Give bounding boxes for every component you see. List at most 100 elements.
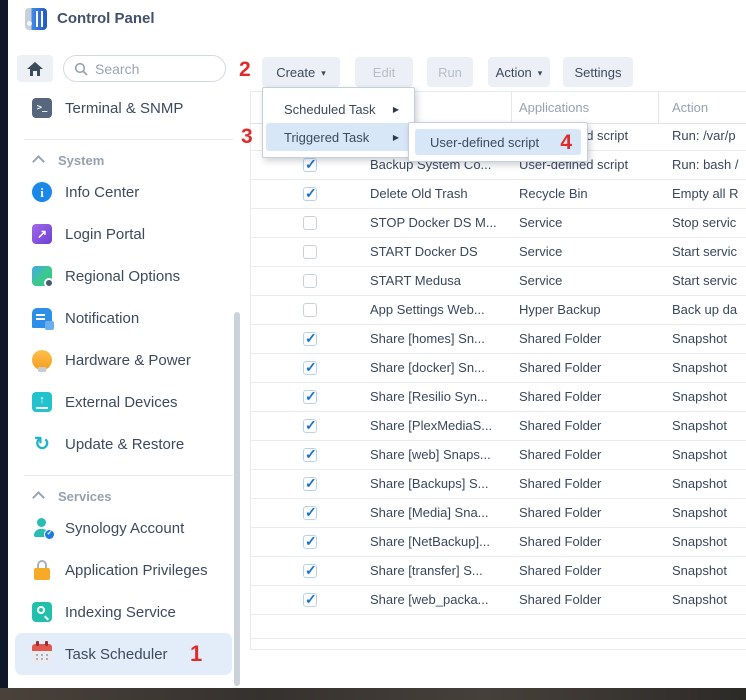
- task-checkbox[interactable]: [303, 361, 317, 375]
- action-button[interactable]: Action▾: [488, 57, 550, 87]
- task-action: Snapshot: [672, 383, 746, 411]
- sidebar-item-task-scheduler[interactable]: Task Scheduler1: [15, 633, 232, 675]
- task-action: Snapshot: [672, 441, 746, 469]
- task-row: Share [NetBackup]...Shared FolderSnapsho…: [250, 528, 746, 557]
- task-action: Start servic: [672, 267, 746, 295]
- task-name: Share [homes] Sn...: [370, 325, 514, 353]
- task-scheduler-icon: [32, 644, 52, 664]
- sidebar-item-notification[interactable]: Notification: [8, 297, 243, 339]
- menu-item-label: Scheduled Task: [284, 102, 376, 117]
- task-row: Share [web_packa...Shared FolderSnapshot: [250, 586, 746, 615]
- task-row: App Settings Web...Hyper BackupBack up d…: [250, 296, 746, 325]
- button-label: Action: [496, 65, 532, 80]
- task-checkbox[interactable]: [303, 245, 317, 259]
- task-checkbox[interactable]: [303, 593, 317, 607]
- titlebar: Control Panel: [8, 0, 746, 39]
- run-button[interactable]: Run: [427, 57, 473, 87]
- column-header-action[interactable]: Action: [672, 92, 708, 123]
- sidebar-item-label: Notification: [65, 310, 139, 327]
- sidebar-scrollbar[interactable]: [234, 312, 240, 686]
- login-portal-icon: ↗: [32, 224, 52, 244]
- column-header-applications[interactable]: Applications: [519, 92, 589, 123]
- edit-button[interactable]: Edit: [355, 57, 413, 87]
- task-checkbox[interactable]: [303, 506, 317, 520]
- synology-account-icon: ✓: [32, 518, 52, 538]
- task-checkbox[interactable]: [303, 187, 317, 201]
- submenu-arrow-icon: ▶: [393, 105, 399, 114]
- sidebar-item-label: Login Portal: [65, 226, 145, 243]
- task-name: Share [Resilio Syn...: [370, 383, 514, 411]
- sidebar-nav: >_Terminal & SNMP SystemiInfo Center ↗ Logi…: [8, 87, 243, 675]
- check-badge-icon: ✓: [44, 529, 55, 540]
- task-row: Share [homes] Sn...Shared FolderSnapshot: [250, 325, 746, 354]
- chevron-down-icon: ▾: [321, 68, 326, 79]
- section-header-system[interactable]: System: [8, 149, 243, 171]
- search-placeholder: Search: [95, 61, 139, 77]
- task-row: START MedusaServiceStart servic: [250, 267, 746, 296]
- sidebar-item-update-restore[interactable]: ↻Update & Restore: [8, 423, 243, 465]
- task-action: Snapshot: [672, 586, 746, 614]
- task-checkbox[interactable]: [303, 477, 317, 491]
- sidebar-item-synology-account[interactable]: ✓Synology Account: [8, 507, 243, 549]
- sidebar-item-info-center[interactable]: iInfo Center: [8, 171, 243, 213]
- search-box[interactable]: Search: [63, 55, 226, 82]
- create-button[interactable]: Create▾: [262, 57, 340, 87]
- task-name: App Settings Web...: [370, 296, 514, 324]
- terminal-icon: >_: [32, 98, 52, 118]
- menu-item-user-defined-script[interactable]: User-defined script4: [415, 129, 581, 155]
- sidebar-item-hardware-power[interactable]: Hardware & Power: [8, 339, 243, 381]
- task-action: Snapshot: [672, 557, 746, 585]
- task-checkbox[interactable]: [303, 535, 317, 549]
- table-endline: [250, 638, 746, 639]
- task-row: Share [Resilio Syn...Shared FolderSnapsh…: [250, 383, 746, 412]
- task-action: Back up da: [672, 296, 746, 324]
- sidebar-item-external-devices[interactable]: ↑External Devices: [8, 381, 243, 423]
- task-checkbox[interactable]: [303, 303, 317, 317]
- task-row: Share [PlexMediaS...Shared FolderSnapsho…: [250, 412, 746, 441]
- menu-item-label: Triggered Task: [284, 130, 369, 145]
- settings-button[interactable]: Settings: [563, 57, 633, 87]
- home-icon: [27, 62, 43, 76]
- regional-options-icon: [32, 266, 52, 286]
- annotation-1: 1: [190, 643, 202, 665]
- task-action: Empty all R: [672, 180, 746, 208]
- home-button[interactable]: [17, 55, 53, 82]
- task-checkbox[interactable]: [303, 390, 317, 404]
- update-restore-icon: ↻: [32, 434, 52, 454]
- window-title: Control Panel: [57, 0, 155, 38]
- sidebar-item-terminal-snmp[interactable]: >_Terminal & SNMP: [8, 87, 243, 129]
- sidebar-divider: [8, 465, 243, 485]
- task-application: Service: [519, 238, 665, 266]
- sidebar-item-label: Indexing Service: [65, 604, 176, 621]
- sidebar-item-regional-options[interactable]: Regional Options: [8, 255, 243, 297]
- menu-item-triggered-task[interactable]: Triggered Task▶: [266, 123, 411, 151]
- task-name: START Docker DS: [370, 238, 514, 266]
- desktop: Control Panel Search >_Terminal & SNMP Sy…: [0, 0, 746, 700]
- task-checkbox[interactable]: [303, 448, 317, 462]
- section-header-label: Services: [58, 489, 112, 504]
- control-panel-window: Control Panel Search >_Terminal & SNMP Sy…: [8, 0, 746, 688]
- task-application: Service: [519, 267, 665, 295]
- sidebar-item-application-privileges[interactable]: Application Privileges: [8, 549, 243, 591]
- sidebar-item-indexing-service[interactable]: Indexing Service: [8, 591, 243, 633]
- sidebar-item-label: External Devices: [65, 394, 178, 411]
- task-application: Shared Folder: [519, 354, 665, 382]
- sidebar-item-label: Info Center: [65, 184, 139, 201]
- task-action: Snapshot: [672, 354, 746, 382]
- menu-item-scheduled-task[interactable]: Scheduled Task ▶: [266, 95, 411, 123]
- task-name: Share [NetBackup]...: [370, 528, 514, 556]
- column-separator: [511, 92, 512, 123]
- task-application: Shared Folder: [519, 412, 665, 440]
- task-checkbox[interactable]: [303, 419, 317, 433]
- toolbar: Create▾EditRunAction▾Settings: [262, 57, 633, 87]
- sidebar-item-login-portal[interactable]: ↗ Login Portal: [8, 213, 243, 255]
- task-checkbox[interactable]: [303, 332, 317, 346]
- task-row: Delete Old TrashRecycle BinEmpty all R: [250, 180, 746, 209]
- task-checkbox[interactable]: [303, 564, 317, 578]
- task-checkbox[interactable]: [303, 158, 317, 172]
- task-checkbox[interactable]: [303, 216, 317, 230]
- section-header-services[interactable]: Services: [8, 485, 243, 507]
- task-application: Shared Folder: [519, 325, 665, 353]
- task-name: Share [web_packa...: [370, 586, 514, 614]
- task-checkbox[interactable]: [303, 274, 317, 288]
